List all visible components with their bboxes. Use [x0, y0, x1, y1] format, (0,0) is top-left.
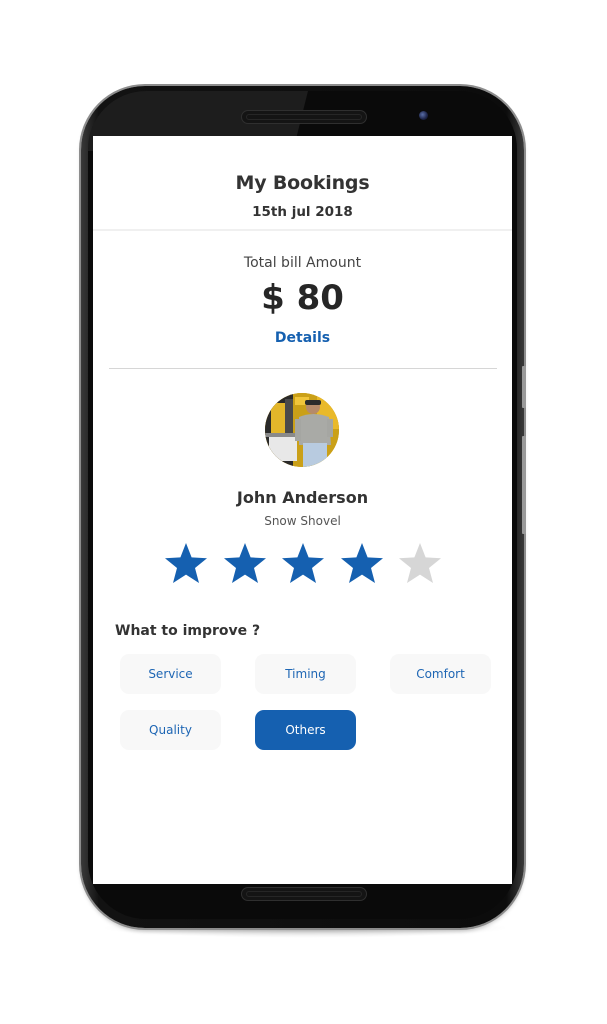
earpiece-speaker	[240, 110, 367, 124]
bill-amount: $ 80	[261, 278, 344, 318]
bill-label: Total bill Amount	[243, 255, 362, 271]
divider	[109, 368, 497, 369]
bottom-speaker	[240, 887, 367, 901]
star-filled-icon[interactable]	[339, 540, 385, 586]
star-filled-icon[interactable]	[163, 540, 209, 586]
provider-photo-icon	[265, 393, 339, 467]
details-link[interactable]: Details	[93, 330, 512, 346]
star-rating[interactable]	[163, 540, 443, 586]
page-title: My Bookings	[235, 172, 370, 194]
star-empty-icon[interactable]	[397, 540, 443, 586]
star-filled-icon[interactable]	[222, 540, 268, 586]
booking-date: 15th jul 2018	[252, 204, 353, 220]
avatar	[265, 393, 339, 467]
improve-option-timing[interactable]: Timing	[255, 654, 356, 694]
provider-service: Snow Shovel	[264, 514, 341, 528]
improve-option-comfort[interactable]: Comfort	[390, 654, 491, 694]
app-screen: My Bookings 15th jul 2018 Total bill Amo…	[93, 136, 512, 884]
improve-option-others[interactable]: Others	[255, 710, 356, 750]
provider-name: John Anderson	[236, 488, 369, 507]
improve-option-service[interactable]: Service	[120, 654, 221, 694]
app-header: My Bookings 15th jul 2018	[93, 136, 512, 231]
improve-title: What to improve ?	[115, 623, 261, 639]
improve-option-quality[interactable]: Quality	[120, 710, 221, 750]
front-camera-icon	[419, 111, 428, 120]
star-filled-icon[interactable]	[280, 540, 326, 586]
volume-button	[522, 436, 526, 534]
power-button	[522, 366, 526, 408]
